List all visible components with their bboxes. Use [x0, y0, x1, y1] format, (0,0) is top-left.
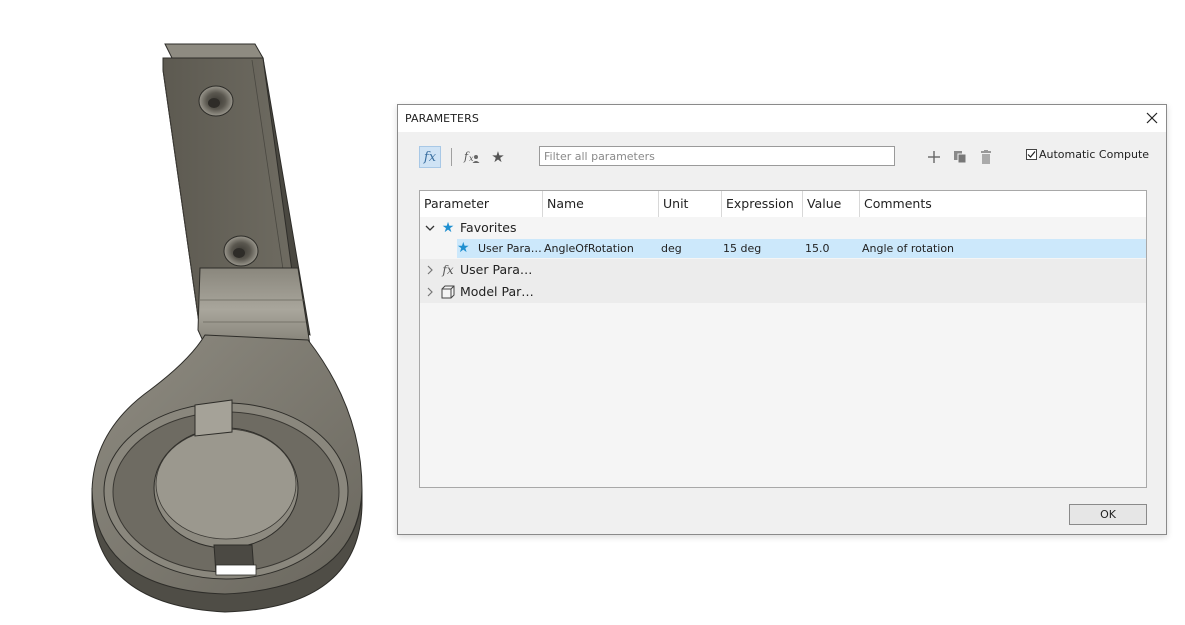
svg-text:x: x: [469, 154, 474, 163]
group-label-favorites: Favorites: [460, 220, 517, 235]
favorite-star-icon[interactable]: ★: [457, 240, 470, 256]
chevron-down-icon[interactable]: [424, 222, 436, 234]
cad-model-render: [91, 43, 363, 613]
ok-button[interactable]: OK: [1069, 504, 1147, 525]
close-button[interactable]: [1142, 108, 1162, 128]
cell-name: AngleOfRotation: [544, 242, 634, 255]
group-row-user-parameters[interactable]: fx User Para…: [420, 259, 1146, 281]
chevron-right-icon[interactable]: [424, 286, 436, 298]
table-row[interactable]: ★ User Para… AngleOfRotation deg 15 deg …: [457, 239, 1146, 258]
dialog-title: PARAMETERS: [405, 112, 479, 125]
column-header-comments[interactable]: Comments: [859, 191, 1146, 217]
chevron-right-icon[interactable]: [424, 264, 436, 276]
parameters-toolbar: fx f x ★ Filter all parameters Automatic…: [398, 146, 1166, 176]
group-row-favorites[interactable]: ★ Favorites: [420, 217, 1146, 239]
filter-input[interactable]: [539, 146, 895, 166]
cell-comment[interactable]: Angle of rotation: [862, 239, 954, 258]
parameters-dialog: PARAMETERS fx f x ★ Filter all parameter…: [397, 104, 1167, 535]
star-icon: ★: [441, 220, 455, 236]
fx-user-icon[interactable]: f x: [461, 146, 483, 168]
star-icon[interactable]: ★: [487, 146, 509, 168]
copy-icon[interactable]: [949, 146, 971, 168]
checkmark-icon: [1027, 151, 1036, 158]
column-header-unit[interactable]: Unit: [658, 191, 721, 217]
group-label-model-parameters: Model Par…: [460, 284, 534, 299]
fx-icon: fx: [442, 263, 454, 277]
cell-expression[interactable]: 15 deg: [723, 239, 761, 258]
group-label-user-parameters: User Para…: [460, 262, 533, 277]
column-header-name[interactable]: Name: [542, 191, 658, 217]
close-icon: [1146, 112, 1158, 124]
group-row-model-parameters[interactable]: Model Par…: [420, 281, 1146, 303]
add-icon[interactable]: [923, 146, 945, 168]
cell-value: 15.0: [805, 242, 830, 255]
parameters-table: ▽ Parameter Name Unit Expression Value C…: [419, 190, 1147, 488]
cell-unit: deg: [661, 242, 682, 255]
column-header-expression[interactable]: Expression: [721, 191, 802, 217]
column-header-value[interactable]: Value: [802, 191, 859, 217]
fx-icon[interactable]: fx: [419, 146, 441, 168]
delete-icon[interactable]: [975, 146, 997, 168]
auto-compute-label: Automatic Compute: [1039, 148, 1150, 161]
column-header-parameter[interactable]: ▽ Parameter: [420, 191, 542, 217]
model-viewport[interactable]: [0, 0, 395, 625]
dialog-titlebar[interactable]: PARAMETERS: [398, 105, 1166, 132]
sort-caret-icon: ▽: [478, 191, 483, 192]
model-body-icon: [440, 285, 456, 299]
table-header: ▽ Parameter Name Unit Expression Value C…: [420, 191, 1146, 217]
auto-compute-checkbox[interactable]: [1026, 149, 1037, 160]
toolbar-separator: [451, 148, 452, 166]
auto-compute-option[interactable]: Automatic Compute: [1026, 148, 1149, 161]
cell-parameter: User Para…: [478, 242, 542, 255]
